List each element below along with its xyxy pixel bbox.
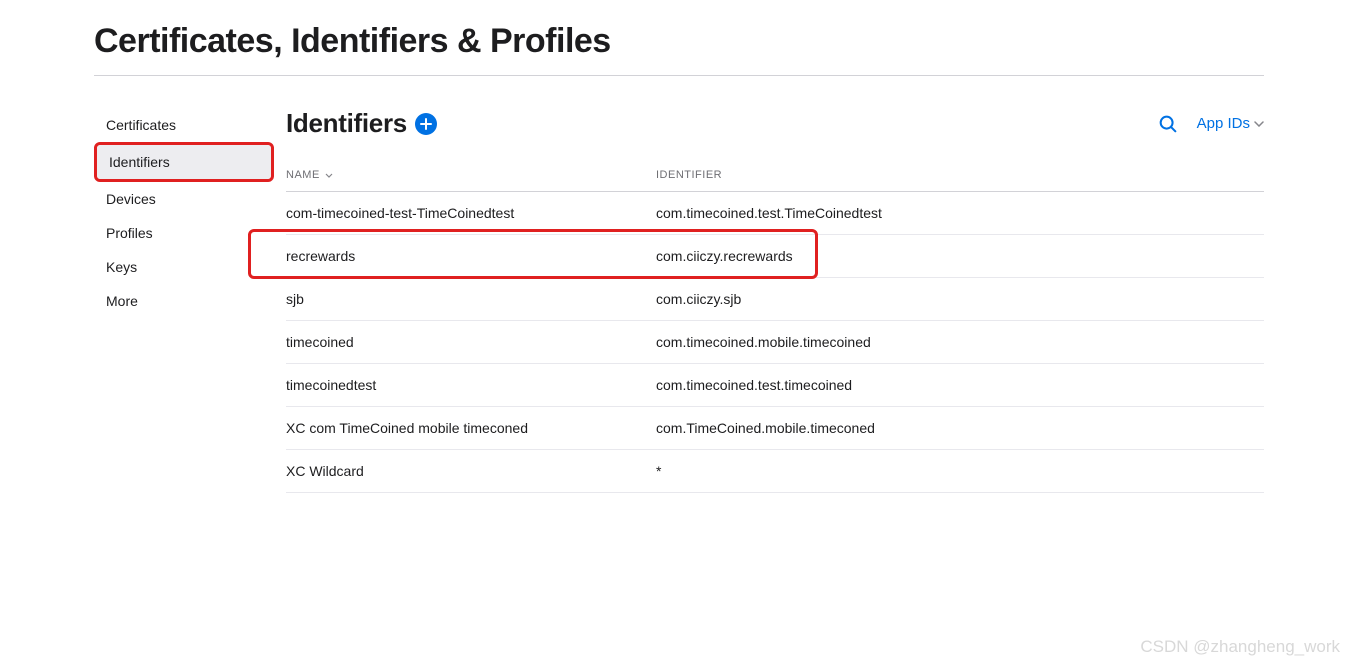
sidebar: Certificates Identifiers Devices Profile… (94, 108, 274, 493)
annotation-highlight-sidebar: Identifiers (94, 142, 274, 182)
sidebar-item-keys[interactable]: Keys (94, 250, 274, 284)
column-header-name[interactable]: NAME (286, 159, 656, 192)
cell-name: recrewards (286, 235, 656, 278)
sidebar-item-profiles[interactable]: Profiles (94, 216, 274, 250)
table-row[interactable]: sjbcom.ciiczy.sjb (286, 278, 1264, 321)
column-header-identifier[interactable]: IDENTIFIER (656, 159, 1264, 192)
filter-dropdown-label: App IDs (1197, 115, 1250, 132)
search-icon (1157, 113, 1179, 135)
table-row[interactable]: recrewardscom.ciiczy.recrewards (286, 235, 1264, 278)
cell-identifier: com.ciiczy.sjb (656, 278, 1264, 321)
cell-identifier: * (656, 450, 1264, 493)
table-row[interactable]: XC Wildcard* (286, 450, 1264, 493)
plus-icon (420, 118, 432, 130)
chevron-down-icon (1254, 121, 1264, 127)
cell-identifier: com.timecoined.test.TimeCoinedtest (656, 192, 1264, 235)
page-title: Certificates, Identifiers & Profiles (94, 0, 1264, 76)
cell-name: timecoinedtest (286, 364, 656, 407)
table-row[interactable]: XC com TimeCoined mobile timeconedcom.Ti… (286, 407, 1264, 450)
sidebar-item-more[interactable]: More (94, 284, 274, 318)
sidebar-item-identifiers[interactable]: Identifiers (97, 145, 271, 179)
identifiers-table: NAME IDENTIFIER com-timecoined-test-Time… (286, 159, 1264, 493)
cell-identifier: com.TimeCoined.mobile.timeconed (656, 407, 1264, 450)
cell-identifier: com.timecoined.test.timecoined (656, 364, 1264, 407)
filter-dropdown[interactable]: App IDs (1197, 115, 1264, 132)
sidebar-item-certificates[interactable]: Certificates (94, 108, 274, 142)
sort-chevron-icon (325, 170, 333, 180)
cell-identifier: com.timecoined.mobile.timecoined (656, 321, 1264, 364)
cell-identifier: com.ciiczy.recrewards (656, 235, 1264, 278)
watermark: CSDN @zhangheng_work (1140, 637, 1340, 657)
section-title: Identifiers (286, 108, 407, 139)
table-row[interactable]: timecoinedtestcom.timecoined.test.timeco… (286, 364, 1264, 407)
table-row[interactable]: timecoinedcom.timecoined.mobile.timecoin… (286, 321, 1264, 364)
main-panel: Identifiers App IDs (274, 108, 1264, 493)
add-identifier-button[interactable] (415, 113, 437, 135)
search-button[interactable] (1157, 113, 1179, 135)
cell-name: XC Wildcard (286, 450, 656, 493)
cell-name: sjb (286, 278, 656, 321)
cell-name: XC com TimeCoined mobile timeconed (286, 407, 656, 450)
sidebar-item-devices[interactable]: Devices (94, 182, 274, 216)
cell-name: timecoined (286, 321, 656, 364)
table-row[interactable]: com-timecoined-test-TimeCoinedtestcom.ti… (286, 192, 1264, 235)
main-header: Identifiers App IDs (286, 108, 1264, 139)
cell-name: com-timecoined-test-TimeCoinedtest (286, 192, 656, 235)
